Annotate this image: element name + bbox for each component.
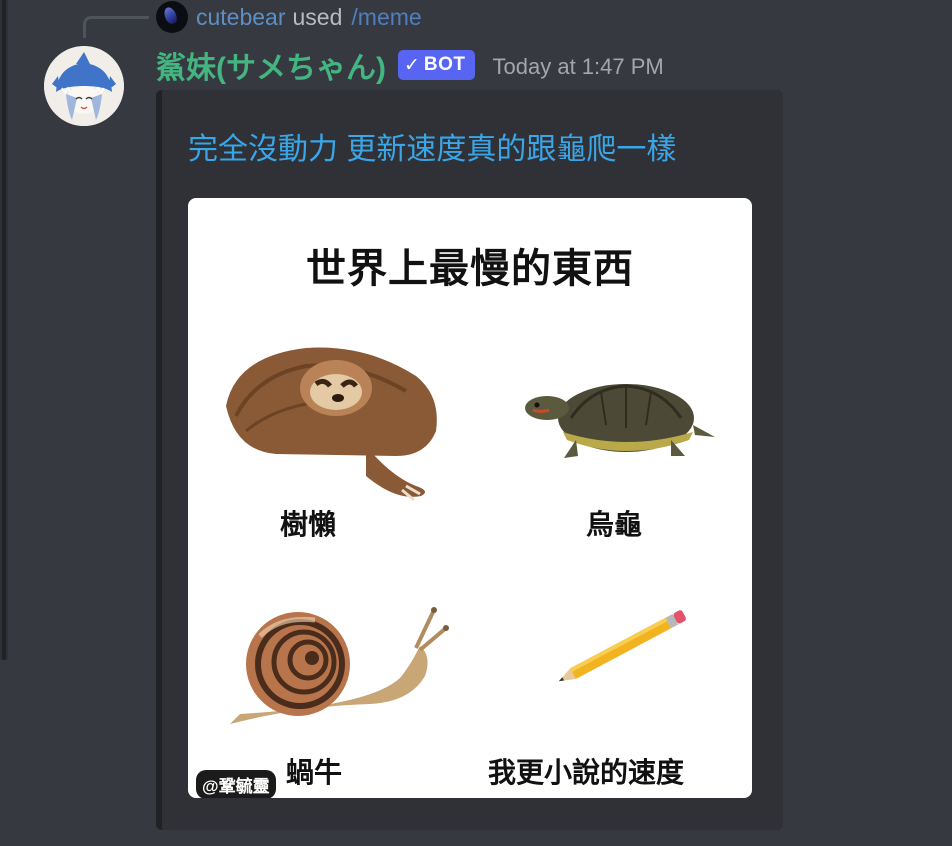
reply-connector: [83, 16, 149, 38]
snail-image: [230, 607, 449, 724]
meme-watermark: @鞏毓靈: [196, 770, 276, 798]
bot-avatar-icon[interactable]: [44, 46, 124, 126]
cell-label-turtle: 烏龜: [586, 509, 643, 540]
reply-context[interactable]: cutebear used /meme: [156, 1, 422, 33]
pencil-image: [558, 610, 686, 682]
cell-label-sloth: 樹懶: [280, 509, 337, 540]
reply-action: used: [292, 3, 343, 30]
reply-command[interactable]: /meme: [351, 4, 421, 31]
embed-accent-bar: [156, 90, 162, 830]
sloth-image: [226, 347, 437, 502]
embed-title[interactable]: 完全沒動力 更新速度真的跟龜爬一樣: [188, 124, 676, 168]
cell-label-snail: 蝸牛: [286, 757, 343, 788]
bot-tag: ✓ BOT: [397, 50, 475, 80]
reply-avatar-icon[interactable]: [156, 1, 188, 33]
cell-label-pencil: 我更小說的速度: [488, 757, 685, 788]
message-embed: 完全沒動力 更新速度真的跟龜爬一樣 世界上最慢的東西 樹懶 烏龜 蝸牛 我更小說…: [156, 90, 783, 830]
scrollbar[interactable]: [0, 0, 8, 660]
turtle-image: [525, 384, 715, 458]
reply-username[interactable]: cutebear: [196, 4, 286, 31]
message-timestamp[interactable]: Today at 1:47 PM: [493, 54, 664, 80]
meme-title: 世界上最慢的東西: [306, 247, 634, 291]
bot-username[interactable]: 鯊妹(サメちゃん): [156, 43, 386, 87]
verified-check-icon: ✓: [403, 54, 420, 76]
bot-tag-label: BOT: [423, 54, 466, 75]
message-header: 鯊妹(サメちゃん) ✓ BOT Today at 1:47 PM: [156, 40, 664, 90]
embed-image[interactable]: 世界上最慢的東西 樹懶 烏龜 蝸牛 我更小說的速度 @鞏毓靈: [188, 198, 752, 798]
